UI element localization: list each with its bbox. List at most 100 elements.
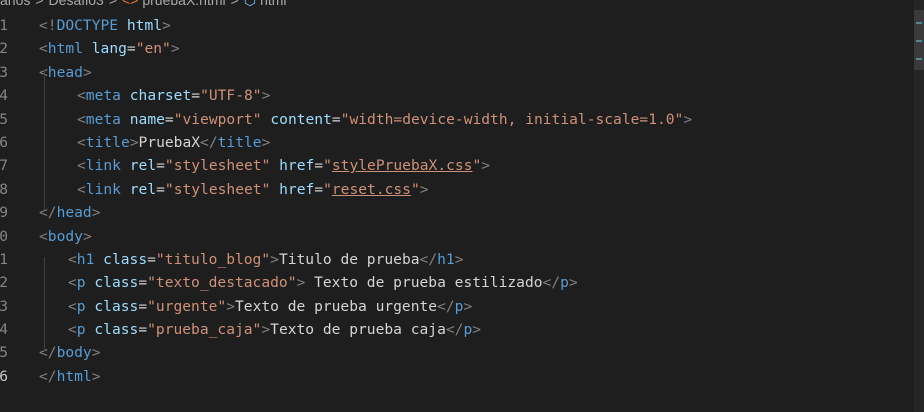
code-token: Texto de prueba urgente	[235, 297, 438, 315]
code-token: "stylesheet"	[164, 180, 271, 198]
code-token: "urgente"	[147, 297, 227, 315]
code-line[interactable]: 0 <body>	[0, 225, 924, 248]
line-number: 4	[0, 321, 8, 339]
code-token: >	[91, 344, 101, 362]
code-token: link	[85, 180, 121, 198]
code-token: >	[82, 227, 92, 245]
breadcrumb-separator: >	[108, 0, 117, 8]
code-token: >	[261, 87, 271, 105]
code-token: "width=device-width, initial-scale=1.0"	[340, 110, 684, 128]
code-line[interactable]: 6 </html>	[0, 365, 924, 388]
code-token: class	[94, 297, 139, 315]
code-token: rel	[129, 180, 157, 198]
code-line[interactable]: 3 <head>	[0, 61, 924, 84]
code-line[interactable]: 2 <p class="texto_destacado"> Texto de pr…	[0, 271, 924, 294]
code-text: <p class="urgente">Texto de prueba urgen…	[68, 295, 472, 318]
line-number: 5	[0, 110, 8, 128]
code-token: lang	[91, 40, 127, 58]
code-token: <	[68, 274, 77, 292]
line-number: 2	[0, 40, 8, 58]
code-token: "	[323, 180, 332, 198]
code-token: >	[162, 17, 171, 34]
code-token: class	[94, 321, 139, 339]
code-token: >	[91, 204, 101, 222]
breadcrumb-item-symbol[interactable]: html	[260, 0, 286, 8]
code-token: =	[314, 180, 324, 198]
code-token: <	[77, 157, 86, 175]
code-token: PruebaX	[138, 133, 201, 151]
code-line[interactable]: 2 <html lang="en">	[0, 37, 924, 60]
code-token: =	[164, 110, 174, 128]
code-token: class	[103, 250, 148, 268]
minimap-marker	[916, 58, 922, 60]
code-token: >	[82, 63, 92, 81]
code-token: <	[39, 227, 48, 245]
code-token: name	[129, 110, 165, 128]
code-token: </	[39, 344, 57, 362]
code-line[interactable]: 4 <meta charset="UTF-8">	[0, 84, 924, 107]
code-token: rel	[129, 157, 157, 175]
code-token: </	[39, 204, 57, 222]
code-text: <h1 class="titulo_blog">Titulo de prueba…	[68, 248, 463, 271]
code-token: >	[129, 133, 139, 151]
code-token: body	[47, 227, 83, 245]
code-text: <p class="texto_destacado"> Texto de pru…	[68, 271, 578, 294]
code-token: p	[76, 297, 86, 315]
code-token: head	[47, 63, 83, 81]
code-token: >	[683, 110, 693, 128]
code-token: "viewport"	[173, 110, 262, 128]
code-token: p	[560, 274, 569, 292]
code-token: meta	[85, 87, 121, 105]
code-line[interactable]: 4 <p class="prueba_caja">Texto de prueba …	[0, 318, 924, 341]
code-token: stylePruebaX.css	[331, 157, 473, 175]
code-text: <link rel="stylesheet" href="stylePrueba…	[77, 154, 490, 177]
code-line[interactable]: 7 <link rel="stylesheet" href="stylePrueb…	[0, 154, 924, 177]
line-number: 1	[0, 17, 8, 34]
code-token: >	[261, 321, 271, 339]
code-token: =	[138, 321, 148, 339]
code-token: html	[126, 17, 163, 34]
code-text: <body>	[39, 225, 92, 248]
line-number: 6	[0, 133, 8, 151]
code-line[interactable]: 5 </body>	[0, 341, 924, 364]
indent-guide	[44, 70, 45, 210]
code-token: "	[410, 180, 420, 198]
line-number: 5	[0, 344, 8, 362]
breadcrumb-item-file[interactable]: pruebaX.html	[142, 0, 225, 8]
code-token: html	[56, 367, 92, 385]
breadcrumb-item-folder[interactable]: Desafio3	[49, 0, 104, 8]
breadcrumb-item-folder[interactable]: años	[0, 0, 30, 8]
code-line[interactable]: 1 <h1 class="titulo_blog">Titulo de prueb…	[0, 248, 924, 271]
code-editor[interactable]: años > Desafio3 > <> pruebaX.html > ⬡ html 1 <!DO…	[0, 0, 924, 412]
code-token: p	[463, 321, 473, 339]
code-token: p	[76, 274, 86, 292]
code-token: >	[296, 274, 306, 292]
code-line[interactable]: 1 <!DOCTYPE html>	[0, 14, 924, 37]
code-token: html	[47, 40, 83, 58]
code-token: class	[94, 274, 139, 292]
code-token: >	[454, 250, 464, 268]
code-line[interactable]: 5 <meta name="viewport" content="width=de…	[0, 108, 924, 131]
code-line[interactable]: 3 <p class="urgente">Texto de prueba urge…	[0, 295, 924, 318]
code-token: </	[542, 274, 561, 292]
code-token: Texto de prueba caja	[270, 321, 446, 339]
code-token: <	[77, 180, 86, 198]
html-file-icon: <>	[122, 0, 139, 8]
code-line[interactable]: 9 </head>	[0, 201, 924, 224]
code-line[interactable]: 8 <link rel="stylesheet" href="reset.css"…	[0, 178, 924, 201]
code-token: =	[147, 250, 156, 268]
code-token: <	[77, 110, 86, 128]
code-token: reset.css	[331, 180, 411, 198]
code-line[interactable]: 6 <title>PruebaX</title>	[0, 131, 924, 154]
minimap[interactable]	[914, 0, 924, 412]
code-token: DOCTYPE	[56, 17, 119, 34]
code-token: "titulo_blog"	[155, 250, 271, 268]
code-token: <	[77, 87, 86, 105]
code-token: </	[437, 297, 455, 315]
code-lines[interactable]: 1<!DOCTYPE html>2<html lang="en">3<head>…	[0, 14, 924, 388]
code-token: =	[191, 87, 201, 105]
